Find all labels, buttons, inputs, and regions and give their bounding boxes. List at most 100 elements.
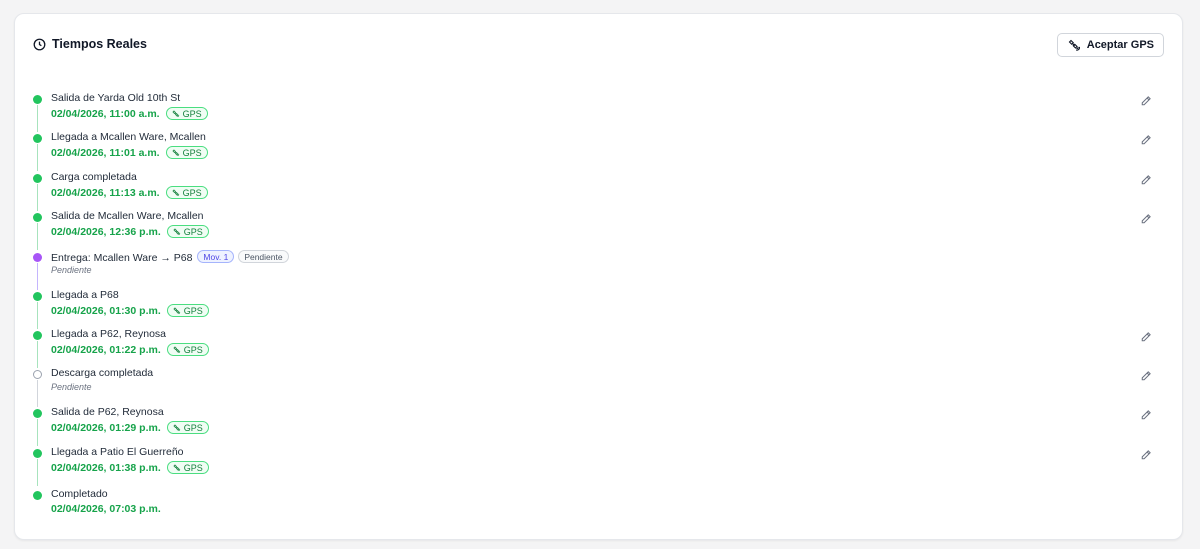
timeline-connector [37,223,38,250]
gps-badge: GPS [165,186,208,199]
gps-badge: GPS [165,107,208,120]
timeline-event: Llegada a Mcallen Ware, Mcallen 02/04/202… [15,131,1182,171]
event-label: Llegada a P68 [51,289,119,301]
satellite-icon [172,109,179,117]
edit-button[interactable] [1140,212,1154,226]
event-label: Llegada a Mcallen Ware, Mcallen [51,131,206,143]
timeline-event: Completado 02/04/2026, 07:03 p.m. [15,488,1182,524]
satellite-icon [173,463,180,471]
gps-label: GPS [182,108,202,119]
pencil-icon [1141,371,1151,381]
gps-label: GPS [183,226,203,237]
satellite-icon [173,227,180,235]
real-times-card: Tiempos Reales Aceptar GPS Salida de Yar… [14,13,1183,540]
pending-text: Pendiente [51,382,92,392]
event-label: Llegada a P62, Reynosa [51,328,166,340]
status-dot [33,491,42,500]
gps-badge: GPS [166,343,209,356]
edit-button[interactable] [1140,133,1154,147]
event-title: Entrega: Mcallen Ware → P68 [51,252,193,264]
event-timestamp: 02/04/2026, 01:38 p.m. [51,461,161,474]
timeline-event: Descarga completada Pendiente [15,367,1182,407]
timeline-event: Salida de P62, Reynosa 02/04/2026, 01:29 … [15,406,1182,446]
status-dot [33,292,42,301]
event-label: Descarga completada [51,367,153,379]
satellite-icon [173,423,180,431]
event-title: Descarga completada [51,367,154,379]
edit-button[interactable] [1140,369,1154,383]
timeline-connector [37,105,38,132]
event-title: Salida de P62, Reynosa [51,406,164,418]
edit-button[interactable] [1140,408,1154,422]
timeline: Salida de Yarda Old 10th St 02/04/2026, 1… [15,14,1182,539]
event-label: Salida de P62, Reynosa [51,406,164,418]
edit-button[interactable] [1140,330,1154,344]
timeline-connector [37,459,38,486]
timeline-connector [37,419,38,446]
event-label: Salida de Yarda Old 10th St [51,92,180,104]
event-title: Salida de Yarda Old 10th St [51,92,181,104]
event-title: Llegada a P62, Reynosa [51,328,167,340]
event-timestamp: 02/04/2026, 11:00 a.m. [51,107,160,120]
pencil-icon [1141,135,1151,145]
event-timestamp: 02/04/2026, 01:22 p.m. [51,343,161,356]
movement-badge: Mov. 1 [197,250,235,263]
timeline-event: Entrega: Mcallen Ware → P68 Mov. 1 Pendien… [15,250,1182,290]
satellite-icon [172,188,179,196]
gps-label: GPS [183,305,203,316]
status-dot [33,134,42,143]
timeline-connector [37,263,38,290]
timeline-connector [37,302,38,329]
event-title: Llegada a P68 [51,289,119,301]
pencil-icon [1141,96,1151,106]
pencil-icon [1141,410,1151,420]
event-title: Salida de Mcallen Ware, Mcallen [51,210,204,222]
status-dot [33,95,42,104]
gps-badge: GPS [166,461,209,474]
pencil-icon [1141,332,1151,342]
satellite-icon [173,306,180,314]
event-timestamp: 02/04/2026, 11:01 a.m. [51,146,160,159]
timeline-connector [37,341,38,368]
event-timestamp: 02/04/2026, 11:13 a.m. [51,186,160,199]
status-dot [33,253,42,262]
event-label: Entrega: Mcallen Ware → P68 Mov. 1 Pendien… [51,250,289,264]
gps-label: GPS [182,147,202,158]
event-label: Completado [51,488,108,500]
event-title: Carga completada [51,171,137,183]
event-label: Llegada a Patio El Guerreño [51,446,184,458]
timeline-connector [37,184,38,211]
pencil-icon [1141,175,1151,185]
event-timestamp: 02/04/2026, 01:29 p.m. [51,421,161,434]
satellite-icon [172,148,179,156]
status-dot [33,449,42,458]
edit-button[interactable] [1140,173,1154,187]
status-dot [33,331,42,340]
gps-badge: GPS [166,421,209,434]
timeline-connector [37,144,38,171]
timeline-event: Salida de Mcallen Ware, Mcallen 02/04/202… [15,210,1182,250]
pencil-icon [1141,450,1151,460]
timeline-event: Llegada a Patio El Guerreño 02/04/2026, 0… [15,446,1182,486]
event-timestamp: 02/04/2026, 12:36 p.m. [51,225,161,238]
gps-label: GPS [183,344,203,355]
gps-badge: GPS [165,146,208,159]
gps-label: GPS [183,422,203,433]
event-title: Llegada a Mcallen Ware, Mcallen [51,131,206,143]
timeline-connector [37,380,38,407]
timeline-event: Llegada a P62, Reynosa 02/04/2026, 01:22 … [15,328,1182,368]
event-title: Llegada a Patio El Guerreño [51,446,184,458]
event-timestamp: 02/04/2026, 07:03 p.m. [51,503,161,515]
timeline-event: Llegada a P68 02/04/2026, 01:30 p.m. GPS [15,289,1182,329]
status-dot [33,409,42,418]
edit-button[interactable] [1140,448,1154,462]
pencil-icon [1141,214,1151,224]
status-dot [33,174,42,183]
event-label: Salida de Mcallen Ware, Mcallen [51,210,204,222]
event-timestamp: 02/04/2026, 01:30 p.m. [51,304,161,317]
event-title: Completado [51,488,108,500]
status-dot [33,370,42,379]
gps-badge: GPS [166,225,209,238]
edit-button[interactable] [1140,94,1154,108]
gps-label: GPS [183,462,203,473]
